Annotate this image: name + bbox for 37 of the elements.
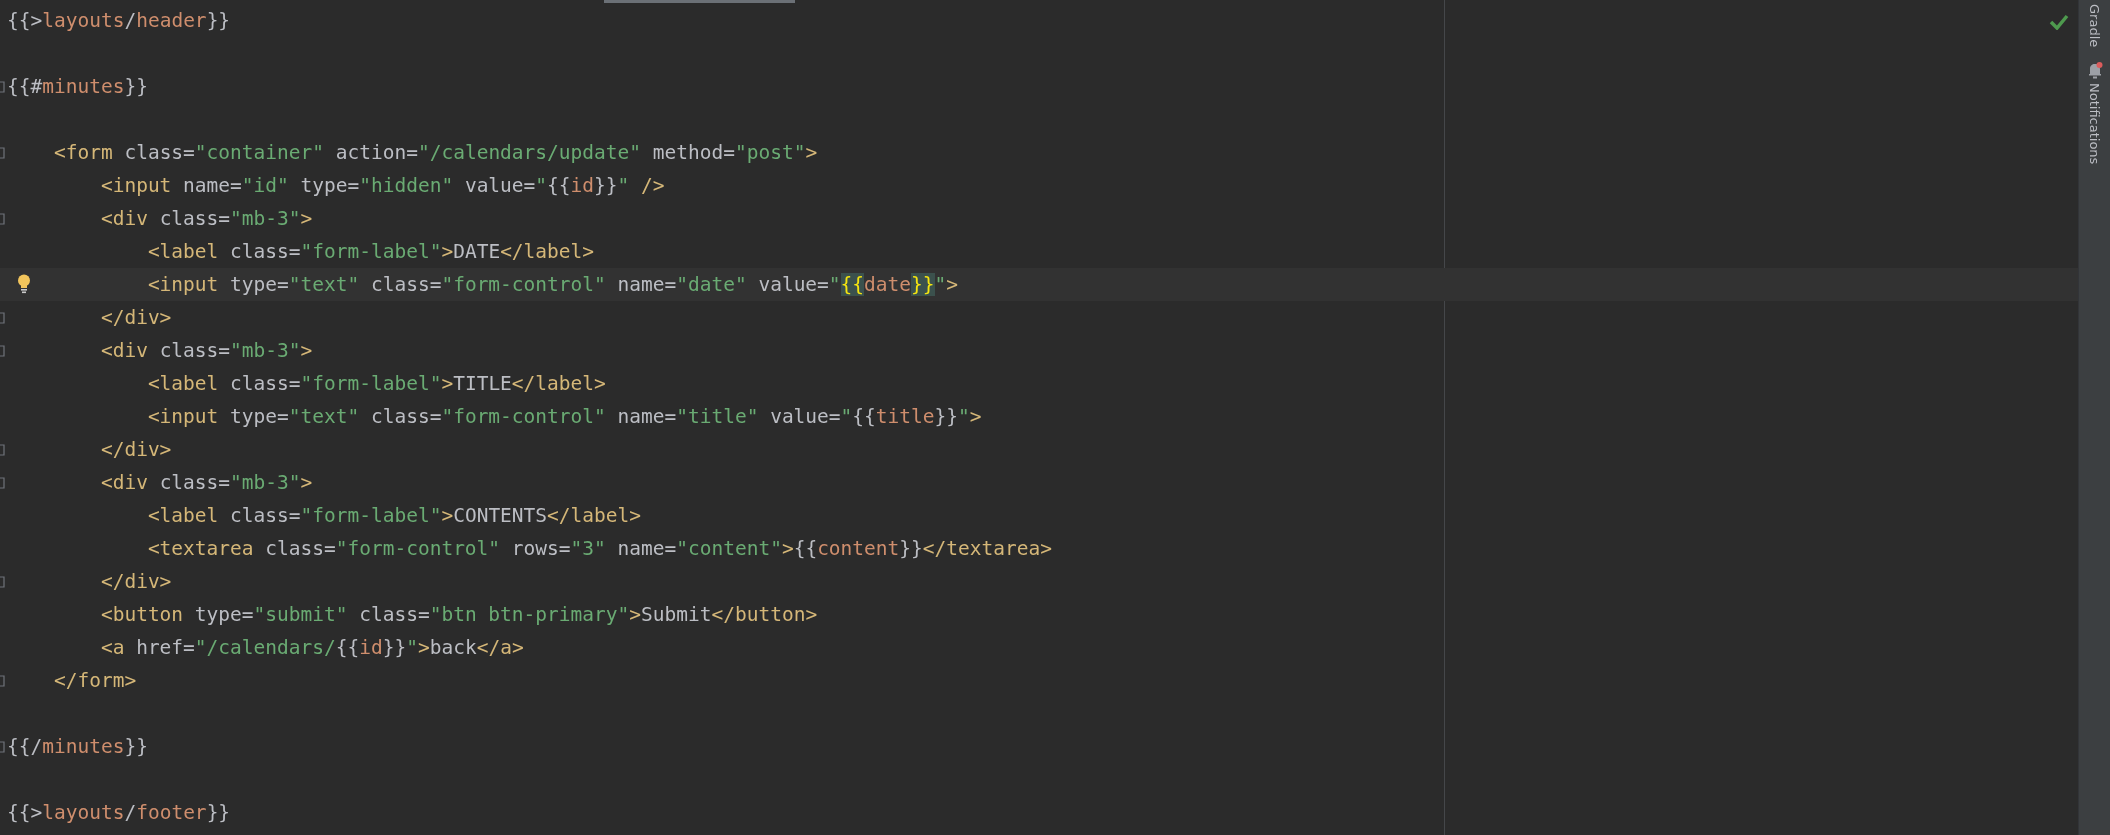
code-line: {{>layouts/header}} (7, 9, 231, 32)
code-line: <input name="id" type="hidden" value="{{id}}" /> (99, 174, 665, 197)
checkmark-icon[interactable] (2049, 14, 2069, 30)
fold-marker-icon[interactable] (0, 81, 6, 93)
code-line: <label class="form-label">TITLE</label> (146, 372, 606, 395)
tool-window-tab[interactable]: Notifications (2087, 83, 2102, 165)
code-line: <input type="text" class="form-control" name="date" value="{{date}}"> (146, 273, 959, 296)
fold-marker-icon[interactable] (0, 345, 6, 357)
fold-marker-icon[interactable] (0, 576, 6, 588)
fold-marker-icon[interactable] (0, 147, 6, 159)
fold-marker-icon[interactable] (0, 444, 6, 456)
code-line: {{/minutes}} (7, 735, 148, 758)
scrollbar-thumb[interactable] (604, 0, 795, 3)
bell-icon[interactable] (2086, 61, 2103, 80)
code-line: </form> (52, 669, 137, 692)
tool-window-tab[interactable]: Gradle (2087, 4, 2102, 48)
code-line: </div> (99, 438, 172, 461)
code-line: <a href="/calendars/{{id}}">back</a> (99, 636, 524, 659)
code-line: <textarea class="form-control" rows="3" name="content">{{content}}</textarea> (146, 537, 1052, 560)
fold-marker-icon[interactable] (0, 477, 6, 489)
fold-marker-icon[interactable] (0, 741, 6, 753)
code-line: <form class="container" action="/calendars/update" method="post"> (52, 141, 818, 164)
code-line: </div> (99, 570, 172, 593)
code-line: <label class="form-label">CONTENTS</label> (146, 504, 641, 527)
fold-marker-icon[interactable] (0, 312, 6, 324)
fold-marker-icon[interactable] (0, 213, 6, 225)
lightbulb-icon[interactable] (17, 274, 31, 294)
code-line: </div> (99, 306, 172, 329)
code-line: <label class="form-label">DATE</label> (146, 240, 595, 263)
code-line: <input type="text" class="form-control" name="title" value="{{title}}"> (146, 405, 982, 428)
code-line: <div class="mb-3"> (99, 471, 313, 494)
code-line: {{>layouts/footer}} (7, 801, 231, 824)
code-line: <button type="submit" class="btn btn-primary">Submit</button> (99, 603, 818, 626)
code-line: {{#minutes}} (7, 75, 148, 98)
code-line: <div class="mb-3"> (99, 339, 313, 362)
code-line: <div class="mb-3"> (99, 207, 313, 230)
fold-marker-icon[interactable] (0, 675, 6, 687)
